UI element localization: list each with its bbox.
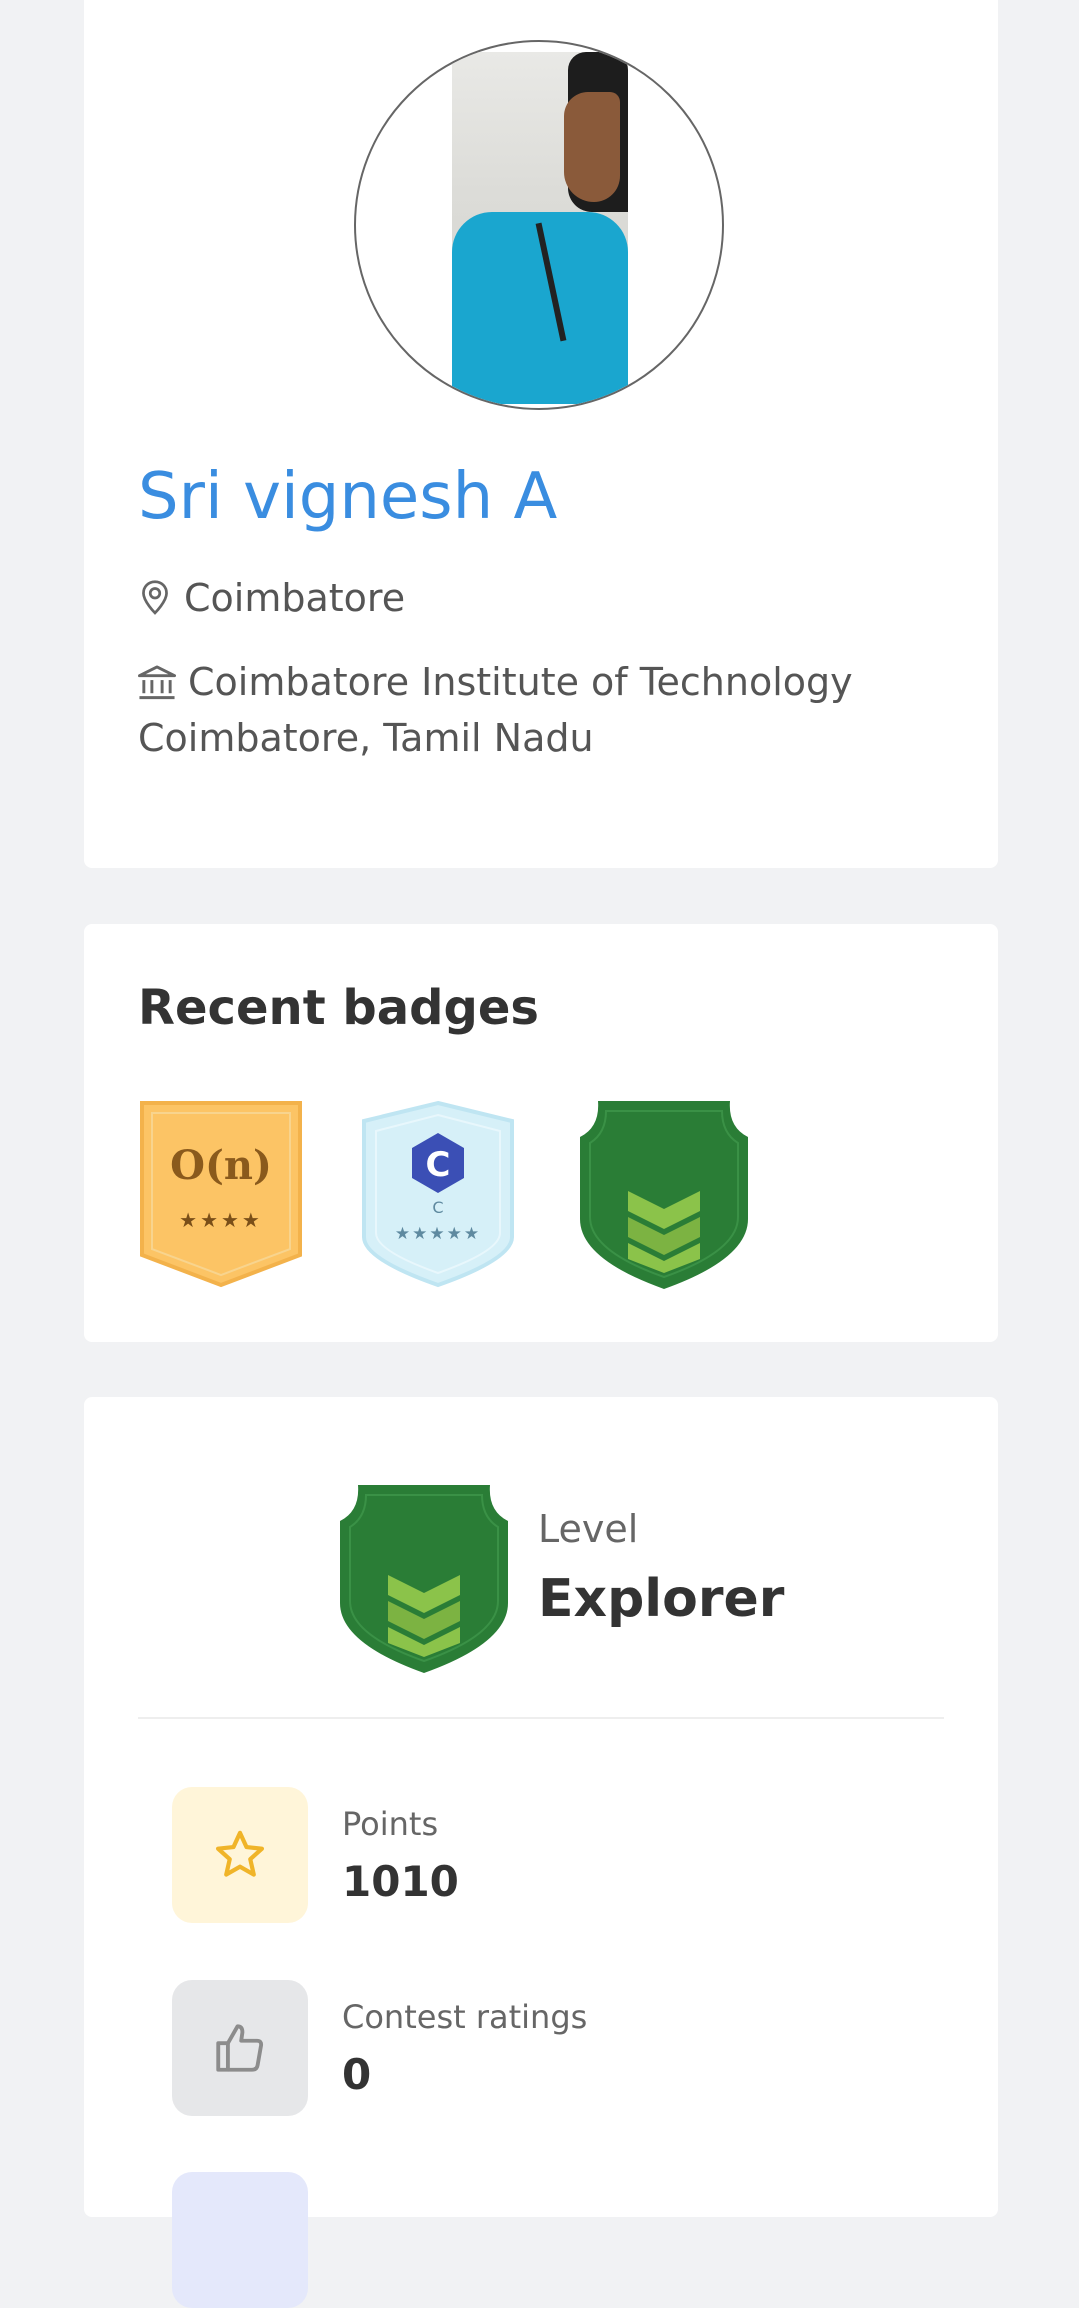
next-stat-icon-box [172, 2172, 308, 2308]
divider [138, 1717, 944, 1719]
badge-o-stars: ★★★★ [179, 1208, 263, 1232]
badge-o-label: O(n) [170, 1142, 272, 1189]
explorer-level-icon [340, 1485, 508, 1673]
contest-ratings-value: 0 [342, 2050, 372, 2099]
institution-name: Coimbatore Institute of Technology [188, 660, 853, 704]
contest-ratings-label: Contest ratings [342, 1998, 588, 2036]
badge-c-stars: ★★★★★ [395, 1224, 481, 1244]
badge-c-label: C [426, 1145, 451, 1185]
profile-photo [452, 52, 628, 404]
location-row: Coimbatore [138, 570, 405, 626]
explorer-level-badge-icon[interactable] [578, 1099, 750, 1291]
institution-row: Coimbatore Institute of Technology Coimb… [138, 654, 958, 766]
recent-badges-card: Recent badges O(n) ★★★★ C C ★★★★★ [84, 924, 998, 1342]
institution-location: Coimbatore, Tamil Nadu [138, 716, 594, 760]
institution-icon [138, 665, 176, 700]
c-language-badge-icon[interactable]: C C ★★★★★ [358, 1099, 518, 1289]
thumbs-up-icon [216, 2024, 264, 2072]
big-o-badge-icon[interactable]: O(n) ★★★★ [138, 1099, 304, 1289]
contest-icon-box [172, 1980, 308, 2116]
level-stats-card: Level Explorer Points 1010 Contest ratin… [84, 1397, 998, 2308]
profile-card: Sri vignesh A Coimbatore Coimbatore Inst… [84, 0, 998, 868]
profile-name: Sri vignesh A [138, 460, 558, 534]
section-title: Recent badges [138, 980, 539, 1036]
points-label: Points [342, 1805, 439, 1843]
level-value: Explorer [538, 1569, 785, 1629]
location-pin-icon [142, 580, 168, 615]
badge-c-sublabel: C [432, 1198, 443, 1217]
level-label: Level [538, 1507, 639, 1551]
points-value: 1010 [342, 1857, 459, 1906]
star-icon [215, 1830, 265, 1877]
avatar[interactable] [354, 40, 724, 410]
points-icon-box [172, 1787, 308, 1923]
city-text: Coimbatore [184, 576, 406, 620]
